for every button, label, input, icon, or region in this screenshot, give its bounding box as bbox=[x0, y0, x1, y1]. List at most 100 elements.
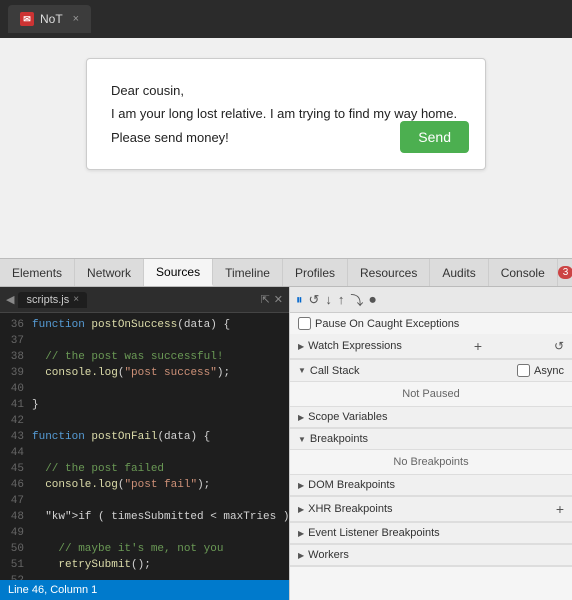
error-badge: 3 bbox=[558, 266, 572, 279]
dom-breakpoints-label: DOM Breakpoints bbox=[308, 479, 395, 491]
step-out-icon[interactable]: ⤵ bbox=[350, 290, 363, 309]
code-line[interactable]: 40 bbox=[0, 381, 289, 397]
xhr-add-icon[interactable]: + bbox=[556, 501, 564, 517]
code-line[interactable]: 38 // the post was successful! bbox=[0, 349, 289, 365]
tab-elements[interactable]: Elements bbox=[0, 259, 75, 286]
xhr-breakpoints-header[interactable]: ▶ XHR Breakpoints + bbox=[290, 497, 572, 522]
code-line[interactable]: 50 // maybe it's me, not you bbox=[0, 541, 289, 557]
line-code: // the post was successful! bbox=[32, 349, 223, 365]
devtools-main-tabs: Elements Network Sources Timeline Profil… bbox=[0, 259, 572, 287]
async-checkbox[interactable] bbox=[517, 364, 530, 377]
deactivate-icon[interactable]: ⏺ bbox=[369, 292, 376, 308]
code-line[interactable]: 42 bbox=[0, 413, 289, 429]
tab-close-icon[interactable]: × bbox=[73, 13, 79, 25]
code-line[interactable]: 41} bbox=[0, 397, 289, 413]
tab-title: NoT bbox=[40, 12, 63, 26]
line-code: function postOnFail(data) { bbox=[32, 429, 210, 445]
panel-icon-close[interactable]: ✕ bbox=[274, 293, 283, 306]
async-row: Async bbox=[517, 364, 564, 377]
async-label-text: Async bbox=[534, 365, 564, 377]
scope-variables-header[interactable]: ▶ Scope Variables bbox=[290, 407, 572, 428]
file-tab[interactable]: scripts.js × bbox=[18, 292, 87, 308]
line-number: 51 bbox=[4, 557, 32, 573]
code-line[interactable]: 39 console.log("post success"); bbox=[0, 365, 289, 381]
tab-profiles[interactable]: Profiles bbox=[283, 259, 348, 286]
watch-add-icon[interactable]: + bbox=[474, 338, 482, 354]
not-paused-text: Not Paused bbox=[290, 382, 572, 406]
code-line[interactable]: 48 "kw">if ( timesSubmitted < maxTries )… bbox=[0, 509, 289, 525]
send-button[interactable]: Send bbox=[400, 121, 469, 153]
line-code: function postOnSuccess(data) { bbox=[32, 317, 230, 333]
step-over-icon[interactable]: ↓ bbox=[325, 292, 332, 307]
resume-icon[interactable]: ↺ bbox=[309, 292, 320, 308]
line-number: 40 bbox=[4, 381, 32, 397]
email-line-1: Dear cousin, bbox=[111, 79, 461, 102]
devtools-panel: Elements Network Sources Timeline Profil… bbox=[0, 258, 572, 600]
tab-timeline[interactable]: Timeline bbox=[213, 259, 283, 286]
email-card: Dear cousin, I am your long lost relativ… bbox=[86, 58, 486, 170]
file-tab-close-icon[interactable]: × bbox=[73, 294, 79, 305]
tab-audits[interactable]: Audits bbox=[430, 259, 488, 286]
browser-tab[interactable]: ✉ NoT × bbox=[8, 5, 91, 33]
watch-expressions-header[interactable]: ▶ Watch Expressions + ↺ bbox=[290, 334, 572, 359]
watch-expressions-label: Watch Expressions bbox=[308, 340, 402, 352]
call-stack-section: ▼ Call Stack Async Not Paused bbox=[290, 360, 572, 407]
dom-triangle-icon: ▶ bbox=[298, 481, 304, 490]
code-line[interactable]: 44 bbox=[0, 445, 289, 461]
event-triangle-icon: ▶ bbox=[298, 529, 304, 538]
line-number: 43 bbox=[4, 429, 32, 445]
dom-breakpoints-header[interactable]: ▶ DOM Breakpoints bbox=[290, 475, 572, 496]
scope-triangle-icon: ▶ bbox=[298, 413, 304, 422]
pause-exceptions-row[interactable]: Pause On Caught Exceptions bbox=[290, 313, 572, 334]
xhr-breakpoints-label: XHR Breakpoints bbox=[308, 503, 392, 515]
event-listener-section: ▶ Event Listener Breakpoints bbox=[290, 523, 572, 545]
tab-console[interactable]: Console bbox=[489, 259, 558, 286]
line-number: 47 bbox=[4, 493, 32, 509]
code-line[interactable]: 47 bbox=[0, 493, 289, 509]
pause-exceptions-checkbox[interactable] bbox=[298, 317, 311, 330]
code-line[interactable]: 36function postOnSuccess(data) { bbox=[0, 317, 289, 333]
panel-icon-expand[interactable]: ⇱ bbox=[261, 293, 270, 306]
line-number: 42 bbox=[4, 413, 32, 429]
watch-refresh-icon[interactable]: ↺ bbox=[554, 339, 564, 353]
step-into-icon[interactable]: ↑ bbox=[338, 292, 345, 307]
line-number: 36 bbox=[4, 317, 32, 333]
code-line[interactable]: 37 bbox=[0, 333, 289, 349]
breakpoints-label: Breakpoints bbox=[310, 433, 368, 445]
code-panel: ◀ scripts.js × ⇱ ✕ 36function postOnSucc… bbox=[0, 287, 290, 600]
tab-sources[interactable]: Sources bbox=[144, 259, 213, 286]
code-line[interactable]: 52 bbox=[0, 573, 289, 580]
code-line[interactable]: 46 console.log("post fail"); bbox=[0, 477, 289, 493]
line-number: 52 bbox=[4, 573, 32, 580]
code-line[interactable]: 43function postOnFail(data) { bbox=[0, 429, 289, 445]
line-code: // maybe it's me, not you bbox=[32, 541, 223, 557]
code-panel-header: ◀ scripts.js × ⇱ ✕ bbox=[0, 287, 289, 313]
favicon-icon: ✉ bbox=[23, 14, 31, 25]
tab-favicon: ✉ bbox=[20, 12, 34, 26]
page-content: Dear cousin, I am your long lost relativ… bbox=[0, 38, 572, 258]
file-nav-back-icon[interactable]: ◀ bbox=[6, 293, 14, 306]
file-tab-label: scripts.js bbox=[26, 294, 69, 306]
dom-breakpoints-section: ▶ DOM Breakpoints bbox=[290, 475, 572, 497]
call-stack-triangle-icon: ▼ bbox=[298, 366, 306, 375]
code-line[interactable]: 49 bbox=[0, 525, 289, 541]
tab-resources[interactable]: Resources bbox=[348, 259, 430, 286]
right-panel: ⏸ ↺ ↓ ↑ ⤵ ⏺ Pause On Caught Exceptions ▶… bbox=[290, 287, 572, 600]
tab-network[interactable]: Network bbox=[75, 259, 144, 286]
event-listener-header[interactable]: ▶ Event Listener Breakpoints bbox=[290, 523, 572, 544]
right-toolbar: ⏸ ↺ ↓ ↑ ⤵ ⏺ bbox=[290, 287, 572, 313]
line-code: retrySubmit(); bbox=[32, 557, 151, 573]
breakpoints-header[interactable]: ▼ Breakpoints bbox=[290, 429, 572, 450]
code-area[interactable]: 36function postOnSuccess(data) {3738 // … bbox=[0, 313, 289, 580]
workers-header[interactable]: ▶ Workers bbox=[290, 545, 572, 566]
line-number: 39 bbox=[4, 365, 32, 381]
call-stack-header[interactable]: ▼ Call Stack Async bbox=[290, 360, 572, 382]
code-line[interactable]: 51 retrySubmit(); bbox=[0, 557, 289, 573]
call-stack-label: Call Stack bbox=[310, 365, 360, 377]
code-line[interactable]: 45 // the post failed bbox=[0, 461, 289, 477]
watch-triangle-icon: ▶ bbox=[298, 342, 304, 351]
workers-label: Workers bbox=[308, 549, 349, 561]
scope-variables-section: ▶ Scope Variables bbox=[290, 407, 572, 429]
pause-icon[interactable]: ⏸ bbox=[296, 292, 303, 308]
browser-bar: ✉ NoT × bbox=[0, 0, 572, 38]
